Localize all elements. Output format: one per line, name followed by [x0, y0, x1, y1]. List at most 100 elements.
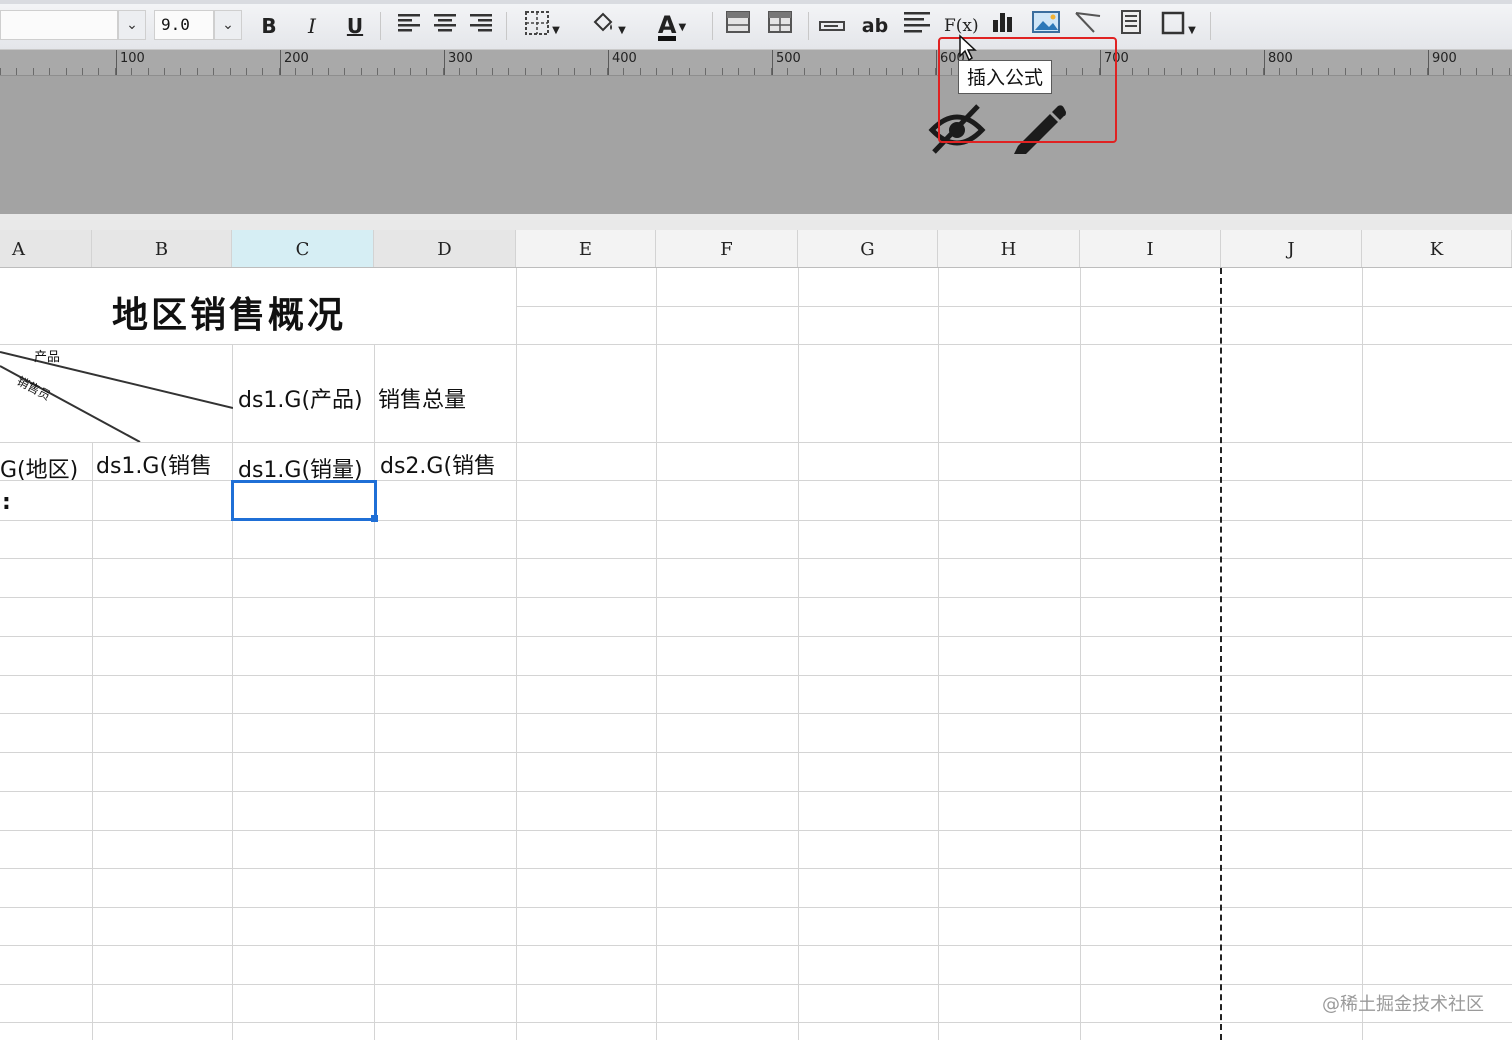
paragraph-button[interactable]: [902, 10, 932, 42]
grid-row-line: [0, 984, 1512, 985]
mouse-cursor-icon: [959, 34, 977, 62]
split-cells-button[interactable]: [766, 10, 794, 42]
font-color-button[interactable]: A ▼: [646, 10, 698, 42]
ruler-minor-tick: [443, 68, 444, 75]
ruler-minor-tick: [689, 68, 690, 75]
grid-row-line: [0, 597, 1512, 598]
column-header-f[interactable]: F: [656, 230, 798, 267]
cell-d4[interactable]: ds2.G(销售: [380, 448, 496, 480]
grid-row-line: [0, 520, 1512, 521]
ruler-minor-tick: [459, 68, 460, 75]
cell-b4[interactable]: ds1.G(销售: [96, 448, 212, 480]
column-header-a[interactable]: A: [0, 230, 92, 267]
merge-cells-button[interactable]: [724, 10, 752, 42]
ruler-minor-tick: [935, 68, 936, 75]
ruler-minor-tick: [804, 68, 805, 75]
ruler-minor-tick: [738, 68, 739, 75]
align-left-icon: [398, 14, 420, 32]
ruler-label: 800: [1268, 51, 1293, 66]
ruler-minor-tick: [0, 68, 1, 75]
bold-button[interactable]: B: [258, 10, 280, 42]
cell-a4[interactable]: G(地区): [0, 452, 78, 484]
grid-row-line: [0, 480, 1512, 481]
toolbar-separator: [380, 12, 381, 40]
grid-row-line: [0, 752, 1512, 753]
ruler-minor-tick: [1328, 68, 1329, 75]
slash-icon: [1075, 12, 1101, 33]
ruler-minor-tick: [1230, 68, 1231, 75]
italic-button[interactable]: I: [302, 10, 322, 42]
column-header-j[interactable]: J: [1221, 230, 1362, 267]
ruler-major-tick: [608, 50, 609, 75]
column-header-g[interactable]: G: [798, 230, 938, 267]
ruler-minor-tick: [115, 68, 116, 75]
frame-button[interactable]: ▼: [1158, 10, 1198, 42]
ruler-minor-tick: [508, 68, 509, 75]
grid-column-line: [798, 268, 799, 1040]
input-field-icon: [819, 21, 845, 31]
grid-column-line: [516, 268, 517, 1040]
ruler-minor-tick: [492, 68, 493, 75]
ruler-minor-tick: [525, 68, 526, 75]
ruler-minor-tick: [754, 68, 755, 75]
font-size-input[interactable]: 9.0: [154, 10, 214, 40]
ruler-minor-tick: [1312, 68, 1313, 75]
column-header-b[interactable]: B: [92, 230, 232, 267]
toolbar-separator: [1210, 12, 1211, 40]
input-field-button[interactable]: [818, 10, 846, 42]
selected-cell-c5[interactable]: [231, 480, 377, 521]
underline-button[interactable]: U: [344, 10, 366, 42]
font-family-select[interactable]: [0, 10, 118, 40]
grid-row-line: [0, 907, 1512, 908]
ruler-minor-tick: [623, 68, 624, 75]
ruler-minor-tick: [1197, 68, 1198, 75]
border-button[interactable]: ▼: [518, 10, 566, 42]
chart-icon: [993, 13, 1012, 32]
column-header-c[interactable]: C: [232, 230, 374, 267]
page-header-band: [0, 76, 1512, 214]
align-center-button[interactable]: [432, 10, 458, 42]
grid-row-line: [0, 1022, 1512, 1023]
align-left-button[interactable]: [396, 10, 422, 42]
column-header-e[interactable]: E: [516, 230, 656, 267]
ruler-label: 200: [284, 51, 309, 66]
sub-report-button[interactable]: [1118, 10, 1144, 42]
column-header-h[interactable]: H: [938, 230, 1080, 267]
ruler-minor-tick: [33, 68, 34, 75]
toolbar-separator: [506, 12, 507, 40]
ruler-minor-tick: [558, 68, 559, 75]
ruler-minor-tick: [1263, 68, 1264, 75]
ruler-minor-tick: [1164, 68, 1165, 75]
cell-c3[interactable]: ds1.G(产品): [238, 382, 363, 414]
font-family-dropdown[interactable]: ⌄: [118, 10, 146, 40]
ruler-minor-tick: [230, 68, 231, 75]
wrap-text-button[interactable]: ab: [860, 10, 890, 42]
ruler-minor-tick: [918, 68, 919, 75]
ruler-minor-tick: [328, 68, 329, 75]
ruler-minor-tick: [1296, 68, 1297, 75]
report-title[interactable]: 地区销售概况: [112, 286, 346, 338]
ruler-minor-tick: [886, 68, 887, 75]
ruler-minor-tick: [541, 68, 542, 75]
ruler-minor-tick: [640, 68, 641, 75]
horizontal-ruler: 100 200 300 400 500 600 700 800 900: [0, 50, 1512, 76]
fill-color-button[interactable]: ▼: [584, 10, 632, 42]
ruler-major-tick: [116, 50, 117, 75]
fill-handle[interactable]: [371, 515, 378, 522]
slash-header-top-label: 产品: [34, 350, 61, 365]
ruler-minor-tick: [1181, 68, 1182, 75]
ruler-minor-tick: [1148, 68, 1149, 75]
column-header-k[interactable]: K: [1362, 230, 1512, 267]
toolbar-separator: [808, 12, 809, 40]
column-header-i[interactable]: I: [1080, 230, 1221, 267]
cell-a5[interactable]: :: [2, 490, 11, 515]
ruler-minor-tick: [869, 68, 870, 75]
font-size-dropdown[interactable]: ⌄: [214, 10, 242, 40]
ruler-minor-tick: [262, 68, 263, 75]
cell-d3[interactable]: 销售总量: [378, 382, 466, 414]
align-right-button[interactable]: [468, 10, 494, 42]
image-icon: [1032, 11, 1060, 33]
ruler-minor-tick: [1410, 68, 1411, 75]
ruler-minor-tick: [1476, 68, 1477, 75]
column-header-d[interactable]: D: [374, 230, 516, 267]
